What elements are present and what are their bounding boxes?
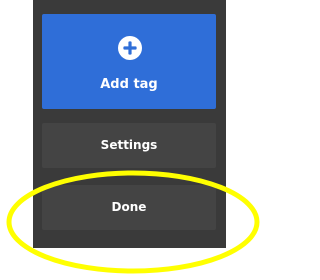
plus-circle-icon (118, 36, 142, 60)
settings-label: Settings (100, 138, 158, 152)
tag-menu-panel: Add tag Settings Done (33, 0, 226, 248)
add-tag-label: Add tag (100, 77, 158, 92)
screenshot-page: Add tag Settings Done (0, 0, 266, 280)
add-tag-button[interactable]: Add tag (42, 14, 216, 109)
settings-button[interactable]: Settings (42, 123, 216, 168)
done-label: Done (111, 200, 147, 214)
done-button[interactable]: Done (42, 185, 216, 230)
